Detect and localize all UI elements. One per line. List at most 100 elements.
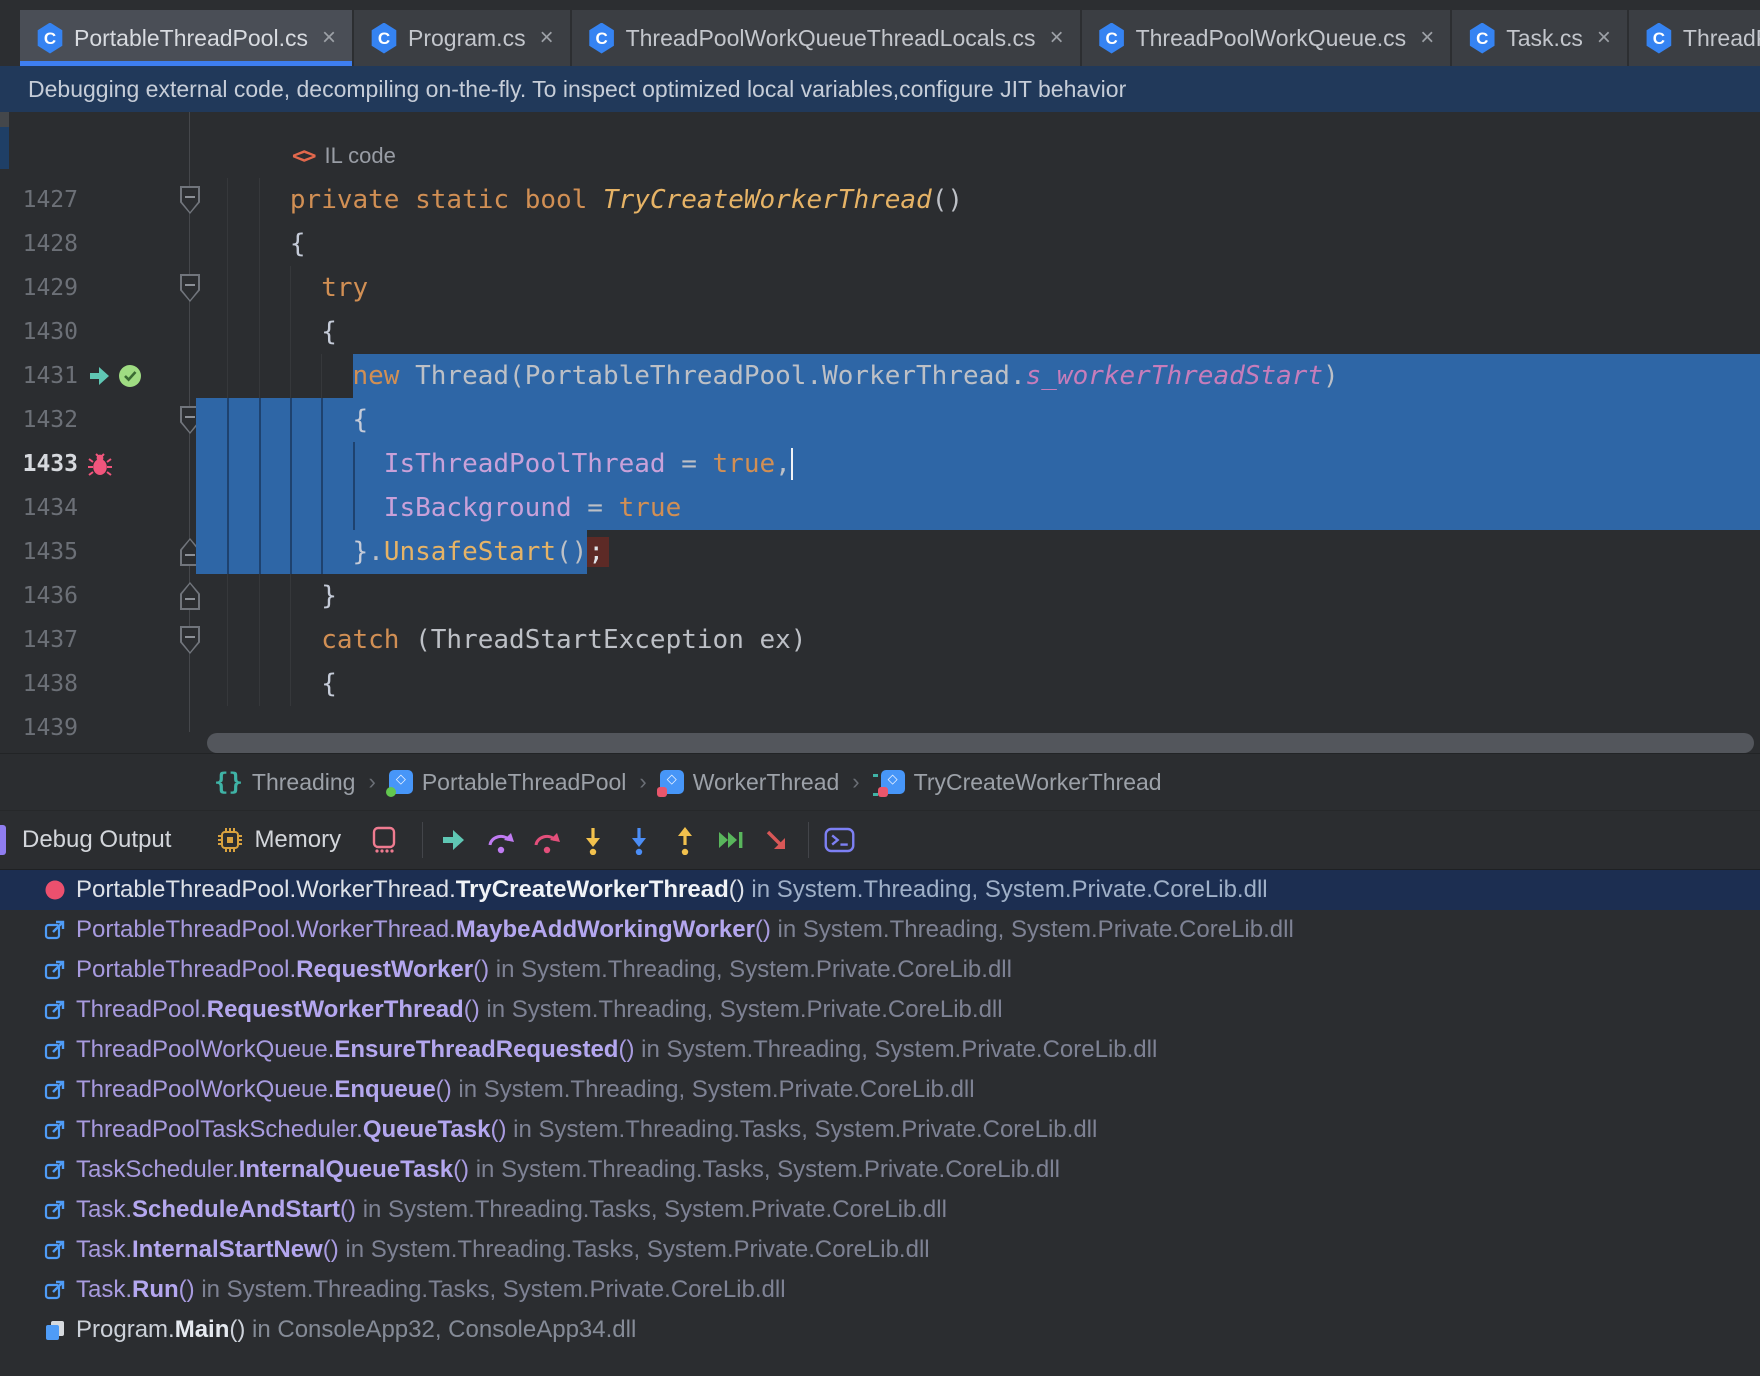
force-step-over-icon[interactable] <box>530 824 563 857</box>
stack-frame-row[interactable]: ThreadPoolWorkQueue.Enqueue() in System.… <box>0 1070 1760 1110</box>
breadcrumb: {}Threading›◇PortableThreadPool›◇WorkerT… <box>0 753 1760 810</box>
tab-threadpoolworkqueuethreadlocals-cs[interactable]: CThreadPoolWorkQueueThreadLocals.cs× <box>572 10 1080 66</box>
stack-frame-row[interactable]: Task.ScheduleAndStart() in System.Thread… <box>0 1190 1760 1230</box>
class-icon: ◇ <box>660 770 684 794</box>
jit-behavior-link[interactable]: configure JIT behavior <box>899 76 1126 103</box>
line-number-1432[interactable]: 1432 <box>0 398 78 442</box>
code-text: new Thread(PortableThreadPool.WorkerThre… <box>196 354 1339 398</box>
stack-frame-text: ThreadPoolWorkQueue.Enqueue() in System.… <box>76 1076 975 1104</box>
close-tab-icon[interactable]: × <box>1420 24 1434 52</box>
external-icon <box>44 959 66 981</box>
code-line-1429[interactable]: try <box>196 266 1760 310</box>
line-number-1427[interactable]: 1427 <box>0 178 78 222</box>
external-icon <box>44 1199 66 1221</box>
stack-frame-text: Task.InternalStartNew() in System.Thread… <box>76 1236 930 1264</box>
run-to-cursor-icon[interactable] <box>714 824 747 857</box>
breadcrumb-separator-icon: › <box>368 769 375 795</box>
close-tab-icon[interactable]: × <box>1597 24 1611 52</box>
line-number-1433[interactable]: 1433 <box>0 442 78 486</box>
breadcrumb-label: PortableThreadPool <box>422 769 627 796</box>
breakpoint-verified-icon[interactable] <box>117 363 143 394</box>
line-number-1439[interactable]: 1439 <box>0 706 78 750</box>
breadcrumb-label: Threading <box>252 769 356 796</box>
stack-frame-row[interactable]: ThreadPool.RequestWorkerThread() in Syst… <box>0 990 1760 1030</box>
tab-label: PortableThreadPool.cs <box>74 25 308 52</box>
step-into-icon[interactable] <box>576 824 609 857</box>
line-number-1431[interactable]: 1431 <box>0 354 78 398</box>
editor-tab-bar: CPortableThreadPool.cs×CProgram.cs×CThre… <box>0 0 1760 66</box>
debug-toolbar: Debug Output Memory <box>0 810 1760 870</box>
line-number-1430[interactable]: 1430 <box>0 310 78 354</box>
code-line-1438[interactable]: { <box>196 662 1760 706</box>
stack-frame-text: PortableThreadPool.WorkerThread.TryCreat… <box>76 876 1268 904</box>
csharp-file-icon: C <box>370 23 398 54</box>
evaluate-console-icon[interactable] <box>823 824 856 857</box>
tab-portablethreadpool-cs[interactable]: CPortableThreadPool.cs× <box>20 10 352 66</box>
stack-frame-row[interactable]: Task.Run() in System.Threading.Tasks, Sy… <box>0 1270 1760 1310</box>
memory-view-icon[interactable] <box>367 824 400 857</box>
line-number-1434[interactable]: 1434 <box>0 486 78 530</box>
line-number-1428[interactable]: 1428 <box>0 222 78 266</box>
stack-frame-text: Task.Run() in System.Threading.Tasks, Sy… <box>76 1276 786 1304</box>
stack-frame-row[interactable]: PortableThreadPool.WorkerThread.TryCreat… <box>0 870 1760 910</box>
toolbar-separator-2 <box>808 822 809 858</box>
stack-frame-text: PortableThreadPool.RequestWorker() in Sy… <box>76 956 1012 984</box>
call-stack-list: PortableThreadPool.WorkerThread.TryCreat… <box>0 870 1760 1376</box>
breadcrumb-item-threading[interactable]: {}Threading <box>214 768 355 796</box>
close-tab-icon[interactable]: × <box>540 24 554 52</box>
stack-frame-row[interactable]: PortableThreadPool.WorkerThread.MaybeAdd… <box>0 910 1760 950</box>
line-number-1429[interactable]: 1429 <box>0 266 78 310</box>
execution-pointer-icon[interactable] <box>87 363 113 394</box>
code-text: catch (ThreadStartException ex) <box>196 618 806 662</box>
il-code-inlay[interactable]: <>IL code <box>292 134 396 178</box>
tab-memory[interactable]: Memory <box>254 826 341 854</box>
tab-program-cs[interactable]: CProgram.cs× <box>354 10 570 66</box>
line-number-1438[interactable]: 1438 <box>0 662 78 706</box>
code-line-1436[interactable]: } <box>196 574 1760 618</box>
code-line-1435[interactable]: }.UnsafeStart(); <box>196 530 1760 574</box>
close-tab-icon[interactable]: × <box>1050 24 1064 52</box>
code-line-1427[interactable]: private static bool TryCreateWorkerThrea… <box>196 178 1760 222</box>
tab-label: ThreadPool <box>1683 25 1760 52</box>
code-line-1428[interactable]: { <box>196 222 1760 266</box>
tab-threadpool[interactable]: CThreadPool <box>1629 10 1760 66</box>
breadcrumb-item-workerthread[interactable]: ◇WorkerThread <box>660 769 840 796</box>
editor-horizontal-scrollbar[interactable] <box>207 733 1754 753</box>
code-line-1431[interactable]: new Thread(PortableThreadPool.WorkerThre… <box>196 354 1760 398</box>
code-line-1432[interactable]: { <box>196 398 1760 442</box>
show-execution-point-icon[interactable] <box>438 824 471 857</box>
breadcrumb-item-portablethreadpool[interactable]: ◇PortableThreadPool <box>389 769 627 796</box>
code-editor[interactable]: <>IL code 1427 private static bool TryCre… <box>0 112 1760 753</box>
force-run-to-cursor-icon[interactable] <box>760 824 793 857</box>
code-line-1430[interactable]: { <box>196 310 1760 354</box>
tab-debug-output[interactable]: Debug Output <box>22 826 171 854</box>
breadcrumb-label: TryCreateWorkerThread <box>914 769 1162 796</box>
code-text: }.UnsafeStart(); <box>196 530 609 574</box>
stack-frame-row[interactable]: ThreadPoolTaskScheduler.QueueTask() in S… <box>0 1110 1760 1150</box>
tab-task-cs[interactable]: CTask.cs× <box>1452 10 1627 66</box>
breadcrumb-item-trycreateworkerthread[interactable]: ◇TryCreateWorkerThread <box>873 769 1162 796</box>
force-step-into-icon[interactable] <box>622 824 655 857</box>
stack-frame-text: ThreadPoolTaskScheduler.QueueTask() in S… <box>76 1116 1097 1144</box>
stack-frame-row[interactable]: Task.InternalStartNew() in System.Thread… <box>0 1230 1760 1270</box>
line-number-1437[interactable]: 1437 <box>0 618 78 662</box>
code-line-1434[interactable]: IsBackground = true <box>196 486 1760 530</box>
stack-frame-row[interactable]: PortableThreadPool.RequestWorker() in Sy… <box>0 950 1760 990</box>
external-icon <box>44 1079 66 1101</box>
code-line-1437[interactable]: catch (ThreadStartException ex) <box>196 618 1760 662</box>
external-icon <box>44 1039 66 1061</box>
close-tab-icon[interactable]: × <box>322 24 336 52</box>
line-number-1435[interactable]: 1435 <box>0 530 78 574</box>
debug-output-icon <box>0 825 6 855</box>
debugger-bug-icon[interactable] <box>87 451 113 482</box>
stack-frame-text: Task.ScheduleAndStart() in System.Thread… <box>76 1196 947 1224</box>
code-line-1433[interactable]: IsThreadPoolThread = true, <box>196 442 1760 486</box>
stack-frame-row[interactable]: Program.Main() in ConsoleApp32, ConsoleA… <box>0 1310 1760 1350</box>
stack-frame-row[interactable]: TaskScheduler.InternalQueueTask() in Sys… <box>0 1150 1760 1190</box>
step-out-icon[interactable] <box>668 824 701 857</box>
line-number-1436[interactable]: 1436 <box>0 574 78 618</box>
tab-threadpoolworkqueue-cs[interactable]: CThreadPoolWorkQueue.cs× <box>1082 10 1451 66</box>
stack-frame-row[interactable]: ThreadPoolWorkQueue.EnsureThreadRequeste… <box>0 1030 1760 1070</box>
code-text: IsBackground = true <box>196 486 681 530</box>
step-over-icon[interactable] <box>484 824 517 857</box>
